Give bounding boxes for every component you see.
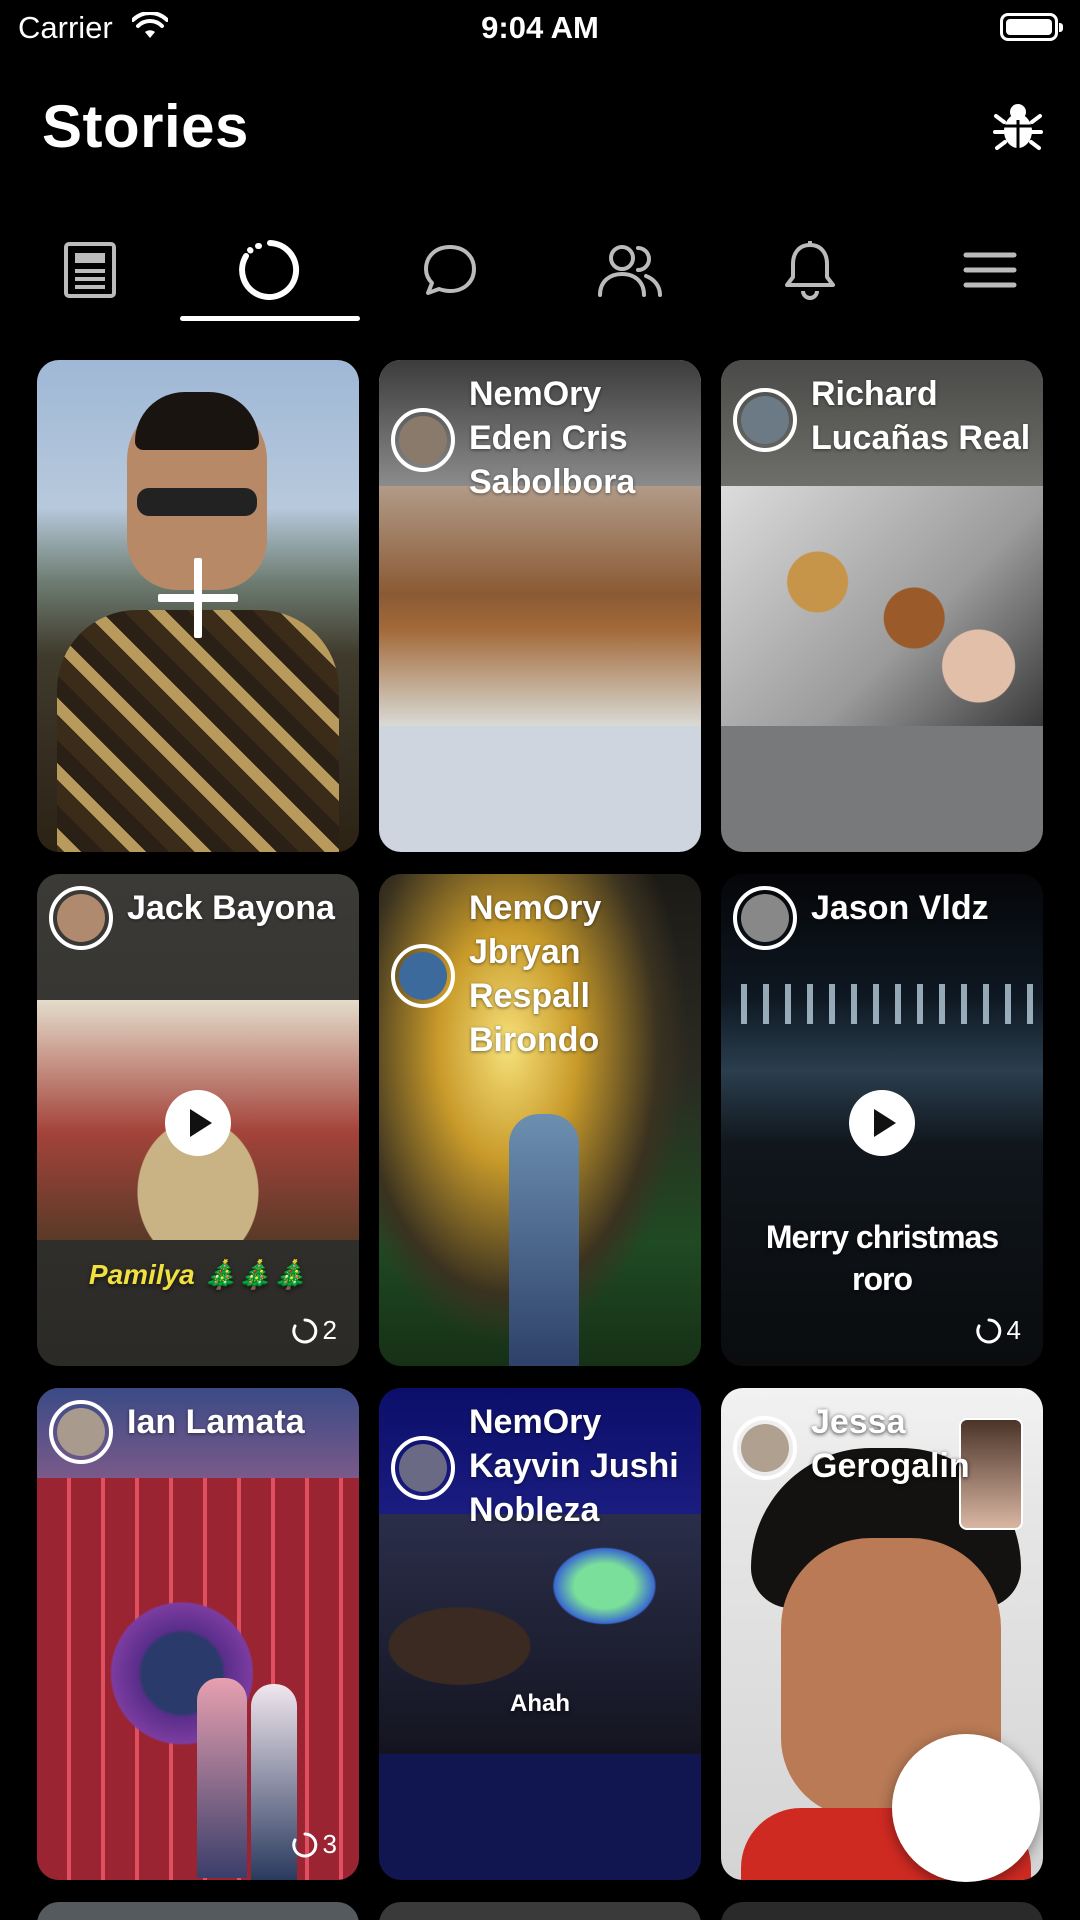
avatar bbox=[49, 1400, 113, 1464]
bug-icon[interactable] bbox=[992, 100, 1044, 152]
story-card-partial[interactable] bbox=[721, 1902, 1043, 1920]
story-author-name: Jack Bayona bbox=[127, 889, 335, 927]
active-tab-indicator bbox=[180, 316, 360, 321]
story-count: 4 bbox=[975, 1315, 1021, 1346]
stories-icon bbox=[975, 1318, 1001, 1343]
story-caption: Ahah bbox=[510, 1690, 570, 1717]
avatar bbox=[49, 886, 113, 950]
story-card-partial[interactable] bbox=[37, 1902, 359, 1920]
avatar bbox=[733, 886, 797, 950]
story-photo bbox=[379, 486, 701, 726]
story-count: 3 bbox=[291, 1829, 337, 1860]
avatar bbox=[391, 944, 455, 1008]
plus-icon bbox=[158, 558, 238, 638]
tab-notifications[interactable] bbox=[720, 220, 900, 320]
story-count-value: 4 bbox=[1006, 1315, 1021, 1345]
play-icon[interactable] bbox=[165, 1090, 231, 1156]
chat-bubble-icon bbox=[424, 245, 476, 295]
stories-icon bbox=[291, 1318, 317, 1343]
avatar bbox=[391, 408, 455, 472]
friends-icon bbox=[598, 245, 662, 297]
story-card[interactable]: Jason Vldz Merry christmas roro 4 bbox=[721, 874, 1043, 1366]
tab-news-feed[interactable] bbox=[0, 220, 180, 320]
play-icon[interactable] bbox=[849, 1090, 915, 1156]
story-card[interactable]: Jack Bayona Pamilya 🎄🎄🎄 2 bbox=[37, 874, 359, 1366]
story-count-value: 2 bbox=[322, 1315, 337, 1345]
story-card[interactable]: Ian Lamata 3 bbox=[37, 1388, 359, 1880]
clock: 9:04 AM bbox=[481, 10, 599, 45]
tab-menu[interactable] bbox=[900, 220, 1080, 320]
story-author-name: NemOry Eden Cris Sabolbora bbox=[469, 375, 636, 501]
story-author-name: Ian Lamata bbox=[127, 1403, 305, 1441]
story-author-name: NemOry Jbryan Respall Birondo bbox=[469, 889, 602, 1059]
story-card[interactable]: Richard Lucañas Real bbox=[721, 360, 1043, 852]
tab-bar bbox=[0, 220, 1080, 324]
story-card[interactable]: NemOry Jbryan Respall Birondo bbox=[379, 874, 701, 1366]
story-count-value: 3 bbox=[322, 1829, 337, 1859]
battery-icon bbox=[1000, 13, 1063, 41]
story-card[interactable]: NemOry Kayvin Jushi Nobleza Ahah bbox=[379, 1388, 701, 1880]
floating-action-button[interactable] bbox=[892, 1734, 1040, 1882]
page-title: Stories bbox=[42, 93, 249, 160]
story-card[interactable]: NemOry Eden Cris Sabolbora bbox=[379, 360, 701, 852]
story-count: 2 bbox=[291, 1315, 337, 1346]
story-author-name: NemOry Kayvin Jushi Nobleza bbox=[469, 1403, 679, 1529]
stories-icon bbox=[239, 240, 300, 300]
tab-chats[interactable] bbox=[360, 220, 540, 320]
status-bar: Carrier 9:04 AM bbox=[0, 0, 1080, 56]
avatar bbox=[391, 1436, 455, 1500]
menu-icon bbox=[963, 252, 1017, 288]
story-author-name: Richard Lucañas Real bbox=[811, 375, 1031, 457]
story-caption: Merry christmas roro bbox=[765, 1219, 999, 1297]
avatar bbox=[733, 1416, 797, 1480]
story-photo bbox=[721, 486, 1043, 726]
stories-icon bbox=[291, 1832, 317, 1857]
bell-icon bbox=[785, 241, 835, 300]
story-author-name: Jessa Gerogalin bbox=[811, 1403, 970, 1485]
create-story-card[interactable] bbox=[37, 360, 359, 852]
news-feed-icon bbox=[64, 242, 116, 298]
story-author-name: Jason Vldz bbox=[811, 889, 989, 927]
tab-friends[interactable] bbox=[540, 220, 720, 320]
story-card-partial[interactable] bbox=[379, 1902, 701, 1920]
avatar bbox=[733, 388, 797, 452]
story-caption: Pamilya 🎄🎄🎄 bbox=[88, 1259, 308, 1290]
tab-stories[interactable] bbox=[180, 220, 360, 320]
story-photo bbox=[379, 1514, 701, 1754]
